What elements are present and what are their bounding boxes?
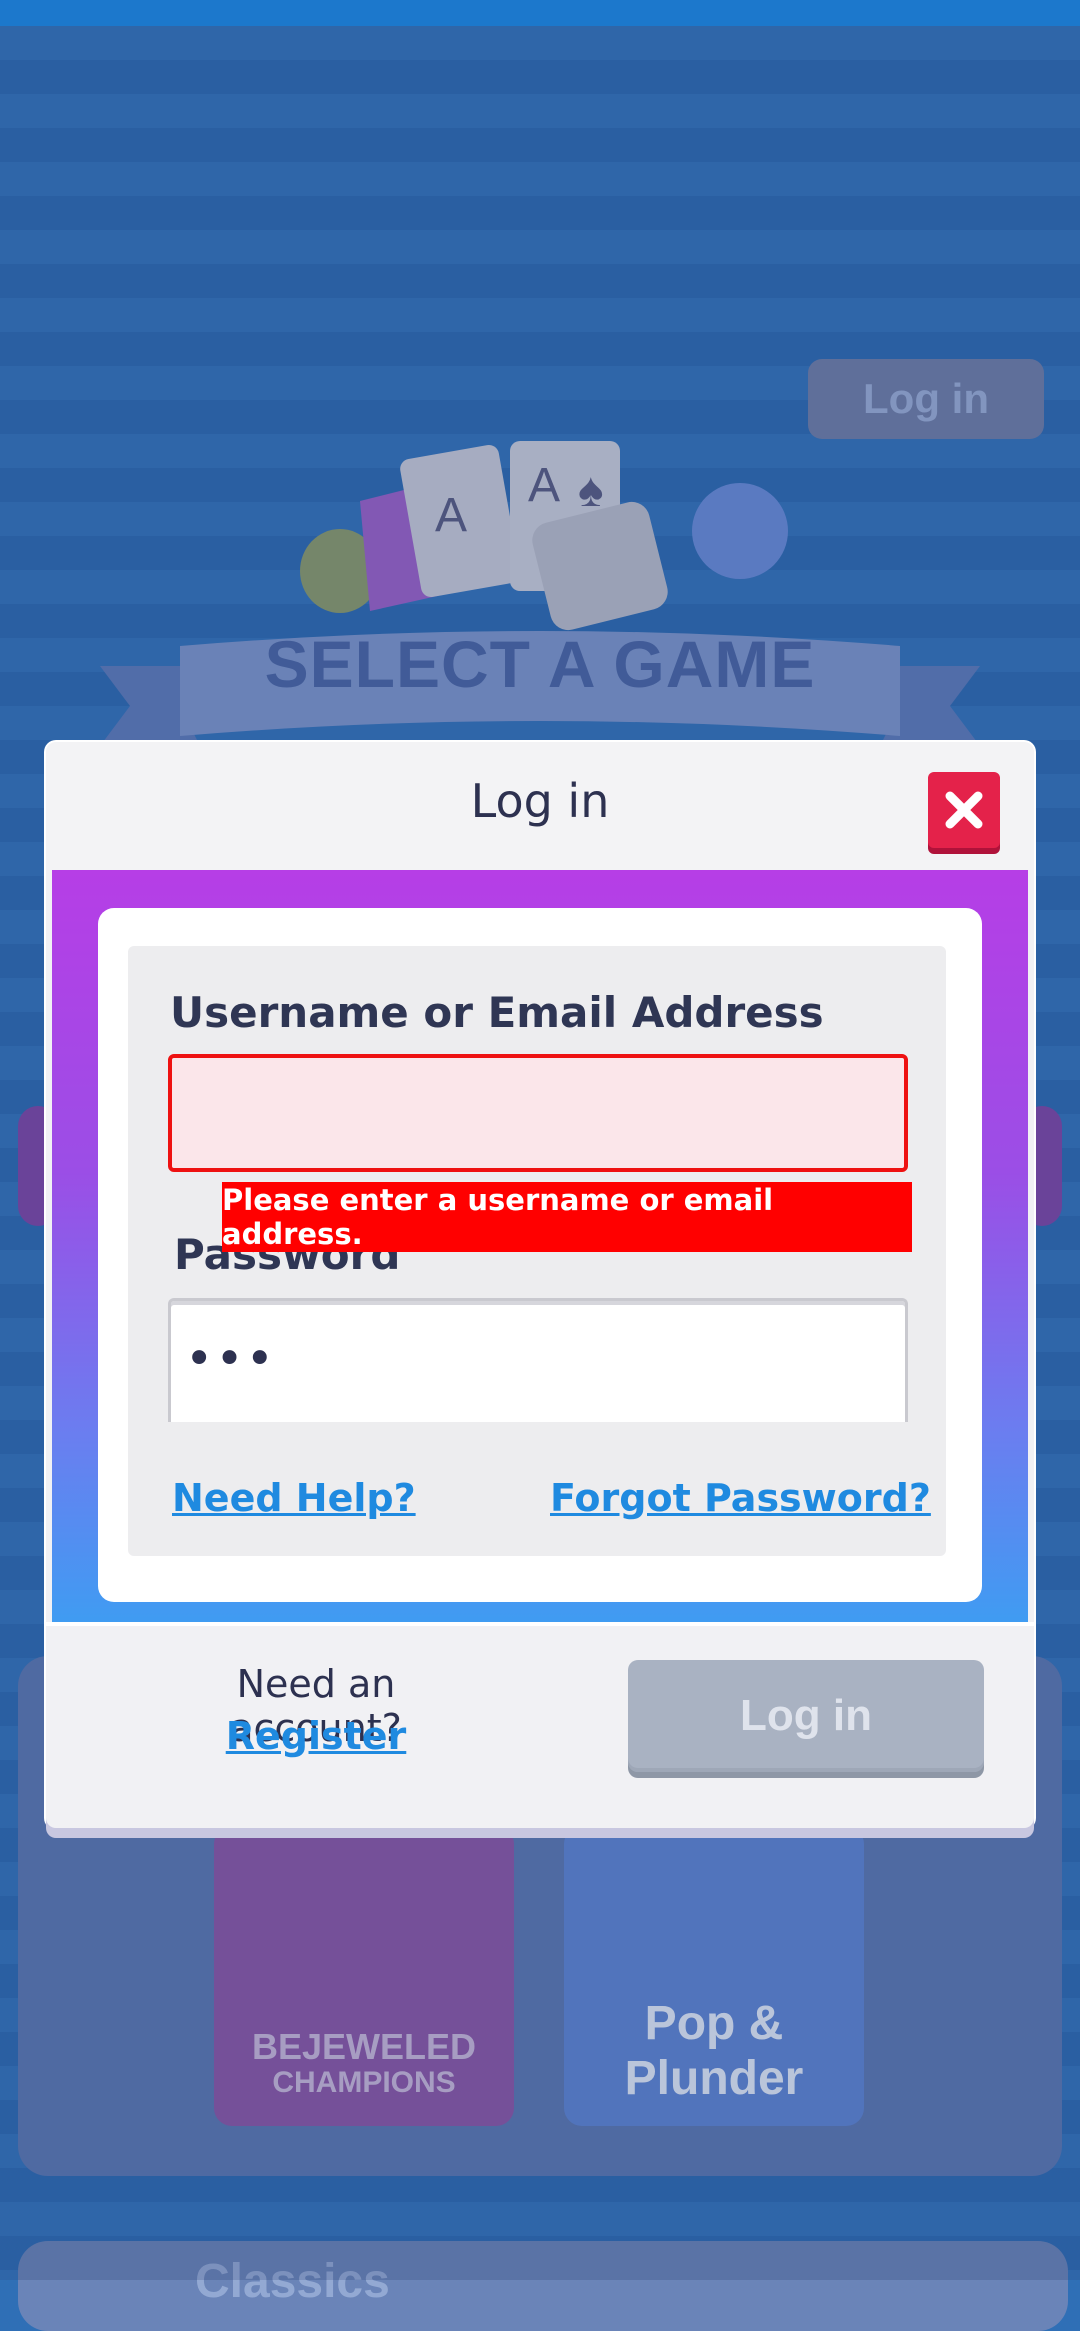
need-help-link[interactable]: Need Help? <box>172 1476 416 1520</box>
login-button[interactable]: Log in <box>628 1660 984 1772</box>
dialog-title: Log in <box>470 774 610 828</box>
close-icon <box>945 791 983 829</box>
close-button[interactable] <box>928 772 1000 848</box>
footer-divider <box>46 1622 1034 1626</box>
username-input[interactable] <box>168 1054 908 1172</box>
forgot-password-link[interactable]: Forgot Password? <box>550 1476 931 1520</box>
register-link[interactable]: Register <box>156 1714 476 1758</box>
username-error-message: Please enter a username or email address… <box>222 1182 912 1252</box>
username-label: Username or Email Address <box>170 988 824 1037</box>
password-masked-value: ••• <box>185 1331 276 1387</box>
password-input[interactable]: ••• <box>168 1298 908 1422</box>
dialog-header: Log in <box>46 742 1034 870</box>
login-dialog: Log in Username or Email Address Passwor… <box>46 742 1034 1828</box>
